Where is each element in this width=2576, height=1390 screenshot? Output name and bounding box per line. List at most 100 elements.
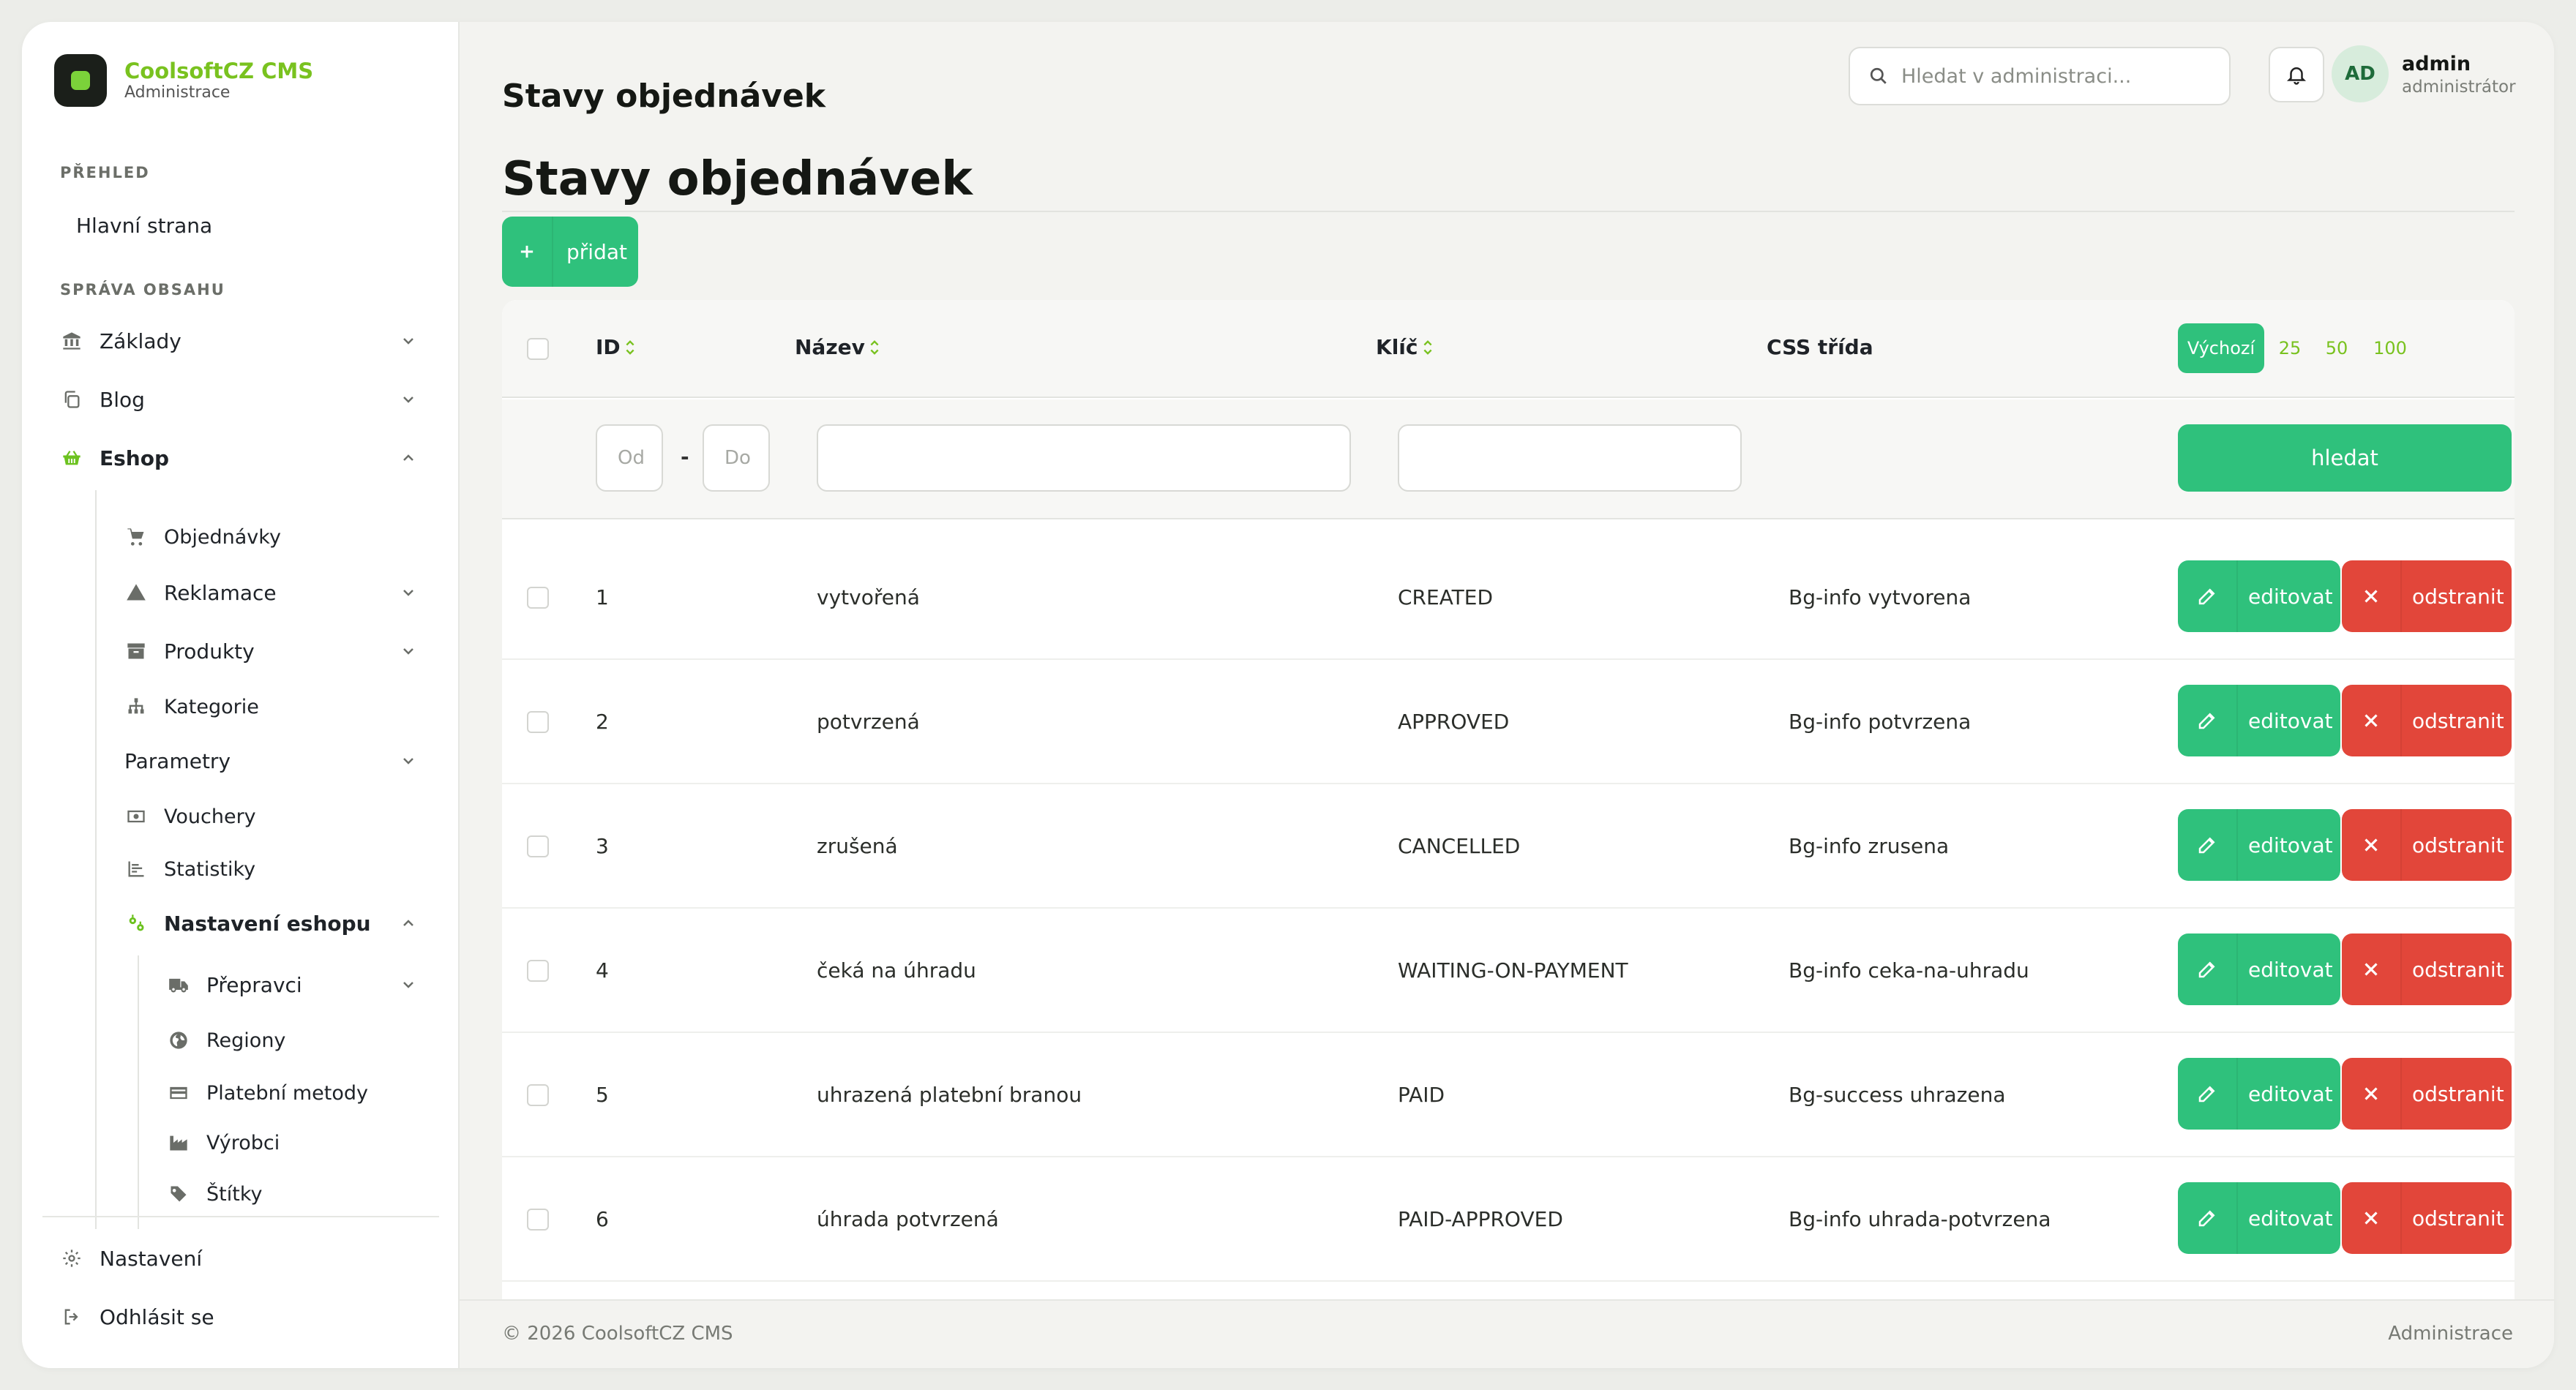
close-icon bbox=[2342, 560, 2402, 632]
per-page-100[interactable]: 100 bbox=[2368, 323, 2412, 373]
id-from-input[interactable] bbox=[596, 424, 663, 492]
cell-name: uhrazená platební branou bbox=[817, 1083, 1082, 1107]
header-title: Stavy objednávek bbox=[502, 78, 826, 115]
delete-button[interactable]: odstranit bbox=[2342, 933, 2512, 1005]
sidebar-item-label: Nastavení eshopu bbox=[164, 911, 371, 936]
credit-card-icon bbox=[167, 1081, 190, 1105]
avatar[interactable]: AD bbox=[2332, 45, 2389, 102]
row-checkbox[interactable] bbox=[527, 1209, 549, 1231]
sidebar-item-prepravci[interactable]: Přepravci bbox=[167, 967, 302, 1002]
search-button[interactable]: hledat bbox=[2178, 424, 2512, 492]
select-all-checkbox[interactable] bbox=[527, 338, 549, 360]
sidebar-item-regiony[interactable]: Regiony bbox=[167, 1023, 285, 1058]
tags-icon bbox=[167, 1182, 190, 1206]
chevron-down-icon[interactable] bbox=[400, 752, 417, 770]
sidebar-item-label: Parametry bbox=[124, 748, 231, 773]
edit-button-label: editovat bbox=[2248, 1081, 2333, 1106]
sidebar-item-nastaveni-eshopu[interactable]: Nastavení eshopu bbox=[124, 906, 371, 941]
brand-name: CoolsoftCZ CMS bbox=[124, 59, 314, 83]
cell-key: CANCELLED bbox=[1398, 834, 1521, 858]
per-page-50[interactable]: 50 bbox=[2320, 323, 2354, 373]
delete-button[interactable]: odstranit bbox=[2342, 685, 2512, 756]
table-row: 2 potvrzená APPROVED Bg-info potvrzena edito… bbox=[502, 660, 2515, 784]
brand[interactable]: CoolsoftCZ CMS Administrace bbox=[54, 54, 313, 107]
sidebar-item-stitky[interactable]: Štítky bbox=[167, 1176, 262, 1211]
row-checkbox[interactable] bbox=[527, 960, 549, 982]
chevron-down-icon[interactable] bbox=[400, 332, 417, 350]
sidebar-item-settings[interactable]: Nastavení bbox=[60, 1241, 202, 1276]
sidebar-item-produkty[interactable]: Produkty bbox=[124, 634, 255, 669]
chevron-down-icon[interactable] bbox=[400, 391, 417, 408]
user-name[interactable]: admin bbox=[2402, 53, 2471, 75]
cell-name: zrušená bbox=[817, 834, 898, 858]
cell-name: úhrada potvrzená bbox=[817, 1207, 999, 1231]
row-checkbox[interactable] bbox=[527, 1084, 549, 1106]
cell-css: Bg-info uhrada-potvrzena bbox=[1789, 1207, 2051, 1231]
cell-key: CREATED bbox=[1398, 585, 1494, 609]
pencil-icon bbox=[2178, 1058, 2238, 1130]
delete-button[interactable]: odstranit bbox=[2342, 809, 2512, 881]
footer: © 2026 CoolsoftCZ CMS Administrace bbox=[460, 1299, 2554, 1368]
sidebar-item-parametry[interactable]: Parametry bbox=[124, 743, 231, 778]
page-title: Stavy objednávek bbox=[502, 152, 973, 206]
key-filter-input[interactable] bbox=[1398, 424, 1742, 492]
delete-button[interactable]: odstranit bbox=[2342, 560, 2512, 632]
delete-button[interactable]: odstranit bbox=[2342, 1182, 2512, 1254]
per-page-default[interactable]: Výchozí bbox=[2178, 323, 2264, 373]
sidebar-item-zaklady[interactable]: Základy bbox=[60, 323, 181, 358]
chevron-down-icon[interactable] bbox=[400, 976, 417, 993]
id-to-input[interactable] bbox=[703, 424, 770, 492]
sidebar-item-vyrobci[interactable]: Výrobci bbox=[167, 1125, 280, 1160]
cell-name: čeká na úhradu bbox=[817, 958, 976, 983]
edit-button[interactable]: editovat bbox=[2178, 1058, 2340, 1130]
notifications-button[interactable] bbox=[2269, 47, 2324, 102]
column-header-name[interactable]: Název bbox=[795, 335, 881, 359]
edit-button[interactable]: editovat bbox=[2178, 685, 2340, 756]
sidebar-item-logout[interactable]: Odhlásit se bbox=[60, 1299, 214, 1334]
delete-button[interactable]: odstranit bbox=[2342, 1058, 2512, 1130]
table-row: 1 vytvořená CREATED Bg-info vytvorena editov… bbox=[502, 536, 2515, 660]
per-page-25[interactable]: 25 bbox=[2273, 323, 2307, 373]
column-header-label: Klíč bbox=[1376, 335, 1418, 359]
add-button-label: přidat bbox=[566, 239, 627, 264]
cell-id: 4 bbox=[596, 958, 609, 983]
column-header-id[interactable]: ID bbox=[596, 335, 637, 359]
sidebar-item-kategorie[interactable]: Kategorie bbox=[124, 689, 259, 724]
sidebar-item-objednavky[interactable]: Objednávky bbox=[124, 519, 281, 555]
delete-button-label: odstranit bbox=[2412, 833, 2504, 857]
search-box[interactable] bbox=[1849, 47, 2231, 105]
cell-css: Bg-info vytvorena bbox=[1789, 585, 1972, 609]
sidebar-item-blog[interactable]: Blog bbox=[60, 382, 145, 417]
row-checkbox[interactable] bbox=[527, 587, 549, 609]
footer-link[interactable]: Administrace bbox=[2388, 1323, 2513, 1345]
chevron-down-icon[interactable] bbox=[400, 642, 417, 660]
globe-icon bbox=[167, 1029, 190, 1052]
edit-button[interactable]: editovat bbox=[2178, 933, 2340, 1005]
submenu-guide-line bbox=[95, 490, 97, 1229]
sidebar-item-platebni-metody[interactable]: Platební metody bbox=[167, 1075, 368, 1111]
cell-key: WAITING-ON-PAYMENT bbox=[1398, 958, 1628, 983]
chevron-up-icon[interactable] bbox=[400, 914, 417, 932]
row-checkbox[interactable] bbox=[527, 835, 549, 857]
gears-icon bbox=[124, 912, 148, 935]
archive-icon bbox=[124, 639, 148, 663]
edit-button[interactable]: editovat bbox=[2178, 1182, 2340, 1254]
sidebar-item-statistiky[interactable]: Statistiky bbox=[124, 852, 255, 887]
sidebar-item-reklamace[interactable]: Reklamace bbox=[124, 575, 277, 610]
sidebar-item-eshop[interactable]: Eshop bbox=[60, 440, 169, 476]
search-input[interactable] bbox=[1901, 64, 2223, 88]
sidebar-item-home[interactable]: Hlavní strana bbox=[76, 208, 212, 243]
row-checkbox[interactable] bbox=[527, 711, 549, 733]
sidebar-item-vouchery[interactable]: Vouchery bbox=[124, 799, 256, 834]
bar-chart-icon bbox=[124, 857, 148, 881]
cell-css: Bg-info zrusena bbox=[1789, 834, 1950, 858]
edit-button[interactable]: editovat bbox=[2178, 809, 2340, 881]
chevron-up-icon[interactable] bbox=[400, 449, 417, 467]
name-filter-input[interactable] bbox=[817, 424, 1351, 492]
column-header-key[interactable]: Klíč bbox=[1376, 335, 1434, 359]
money-bill-icon bbox=[124, 805, 148, 828]
edit-button-label: editovat bbox=[2248, 708, 2333, 733]
chevron-down-icon[interactable] bbox=[400, 584, 417, 601]
add-button[interactable]: přidat bbox=[502, 217, 638, 287]
edit-button[interactable]: editovat bbox=[2178, 560, 2340, 632]
